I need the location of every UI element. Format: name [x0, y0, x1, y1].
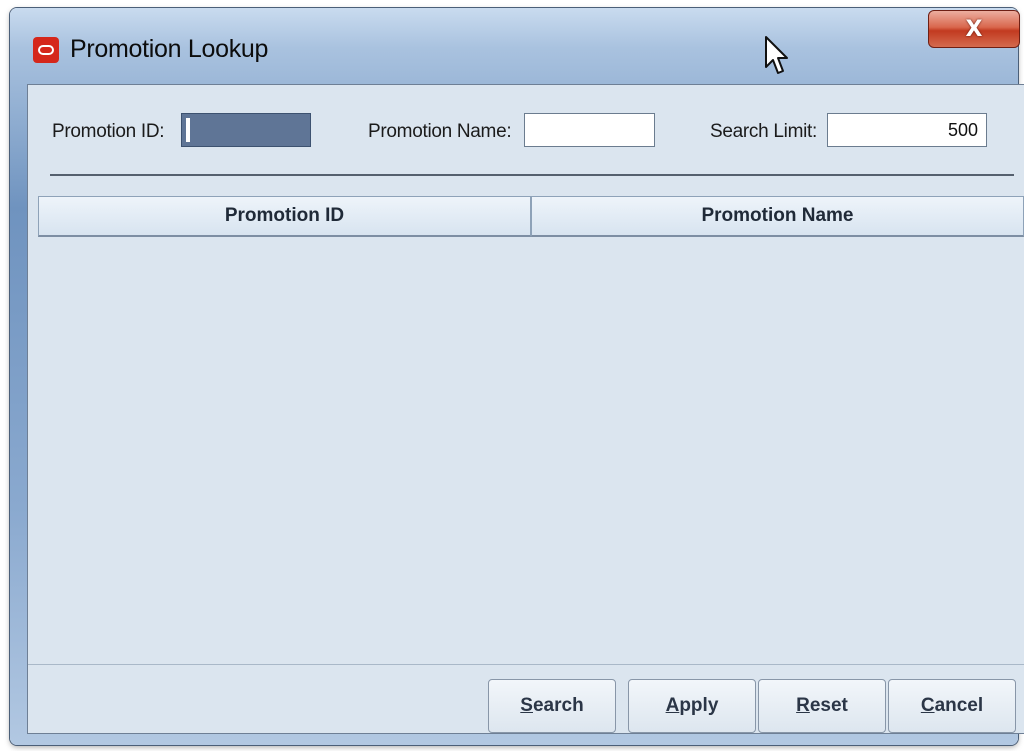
window-title: Promotion Lookup: [70, 35, 269, 63]
reset-button-label: eset: [809, 695, 848, 716]
mouse-pointer-icon: [765, 36, 788, 74]
results-table-header: Promotion ID Promotion Name: [38, 196, 1024, 237]
title-bar[interactable]: Promotion Lookup X: [10, 8, 1020, 82]
results-table-body[interactable]: [38, 238, 1024, 656]
reset-button-mnemonic: R: [796, 695, 810, 716]
lookup-panel: Promotion ID: Promotion Name: Search Lim…: [27, 84, 1024, 734]
cancel-button-mnemonic: C: [920, 695, 935, 716]
apply-button-label: pply: [679, 695, 719, 716]
reset-button[interactable]: Reset: [758, 679, 886, 733]
search-button[interactable]: Search: [488, 679, 616, 733]
cancel-button[interactable]: Cancel: [888, 679, 1016, 733]
cancel-button-label: ancel: [934, 695, 984, 716]
search-button-label: earch: [532, 695, 584, 716]
separator: [50, 174, 1014, 176]
text-caret: [186, 118, 190, 142]
close-button[interactable]: X: [928, 10, 1020, 48]
promotion-name-label: Promotion Name:: [368, 121, 512, 142]
search-limit-input[interactable]: 500: [827, 113, 987, 147]
promotion-id-label: Promotion ID:: [52, 121, 165, 142]
promotion-lookup-window: Promotion Lookup X Promotion ID: Promoti…: [10, 8, 1024, 745]
promotion-name-input[interactable]: [524, 113, 655, 147]
footer-divider: [28, 664, 1024, 665]
apply-button[interactable]: Apply: [628, 679, 756, 733]
search-limit-label: Search Limit:: [710, 121, 817, 142]
column-header-promotion-name[interactable]: Promotion Name: [531, 196, 1024, 237]
promotion-id-input[interactable]: [181, 113, 311, 147]
search-button-mnemonic: S: [520, 695, 533, 716]
apply-button-mnemonic: A: [665, 695, 680, 716]
column-header-promotion-id[interactable]: Promotion ID: [38, 196, 531, 237]
close-icon: X: [965, 16, 983, 42]
oracle-logo-icon: [33, 37, 59, 63]
